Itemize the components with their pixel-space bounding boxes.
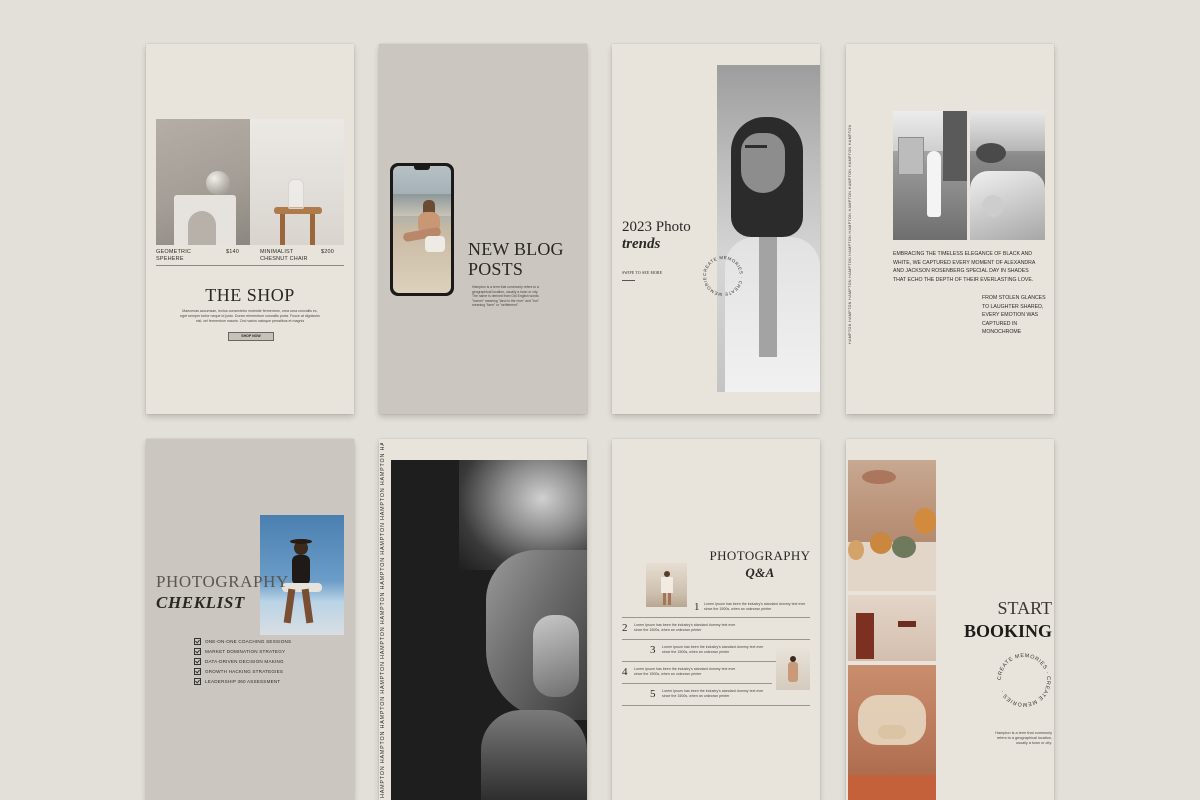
qa-title: PHOTOGRAPHY Q&A <box>709 548 811 580</box>
qa-item[interactable]: 4 Lorem Ipsum has been the industry's st… <box>622 661 772 684</box>
card-start-booking[interactable]: START BOOKING CREATE MEMORIES · CREATE M… <box>846 439 1054 800</box>
product2-name: MINIMALIST CHESNUT CHAIR <box>260 249 308 262</box>
card-new-blog-posts[interactable]: NEW BLOG POSTS Hampton is a term that com… <box>379 44 587 414</box>
svg-text:CREATE MEMORIES · CREATE MEMOR: CREATE MEMORIES · CREATE MEMORIES · <box>700 253 744 297</box>
qa-item[interactable]: 2 Lorem Ipsum has been the industry's st… <box>622 617 810 640</box>
checklist-item[interactable]: LEADERSHIP 360 ASSESSMENT <box>194 676 291 686</box>
bw-portrait-photo <box>391 460 587 800</box>
hampton-side-text: HAMPTON HAMPTON HAMPTON HAMPTON HAMPTON … <box>848 124 852 344</box>
checklist-items: ONE-ON-ONE COACHING SESSIONS MARKET DOMI… <box>194 636 291 686</box>
shop-body: Maecenas accumsan, lectus consectetur mo… <box>180 309 320 323</box>
product2-price: $200 <box>321 249 335 255</box>
trends-title: 2023 Photo trends <box>622 219 691 252</box>
product1-name: GEOMETRIC SPEHERE <box>156 249 192 262</box>
checkbox-icon <box>194 647 201 655</box>
portrait-photo <box>717 65 820 392</box>
product-photo-sphere <box>156 119 250 245</box>
checklist-item[interactable]: DATA-DRIVEN DECISION MAKING <box>194 656 291 666</box>
pumpkins-photo <box>848 460 936 591</box>
lace-top-photo <box>848 665 936 800</box>
qa-photo-2 <box>776 646 810 690</box>
blog-title: NEW BLOG POSTS <box>468 239 564 279</box>
card-photography-checklist[interactable]: PHOTOGRAPHY CHEKLIST ONE-ON-ONE COACHING… <box>146 439 354 800</box>
link-underline <box>622 280 635 281</box>
shop-now-button[interactable]: SHOP NOW <box>228 332 274 341</box>
card-hampton-portrait[interactable]: HAMPTON HAMPTON HAMPTON HAMPTON HAMPTON … <box>379 439 587 800</box>
card-photo-trends[interactable]: 2023 Photo trends SWIPE TO SEE MORE CREA… <box>612 44 820 414</box>
blog-body: Hampton is a term that commonly refers t… <box>472 285 539 308</box>
checklist-item[interactable]: MARKET DOMINATION STRATEGY <box>194 646 291 656</box>
product-photo-chair <box>250 119 344 245</box>
checkbox-icon <box>194 677 201 685</box>
monochrome-para1: EMBRACING THE TIMELESS ELEGANCE OF BLACK… <box>893 251 1036 283</box>
interior-photo <box>848 595 936 661</box>
checklist-item[interactable]: GROWTH HACKING STRATEGIES <box>194 666 291 676</box>
swipe-link[interactable]: SWIPE TO SEE MORE <box>622 271 662 275</box>
card-photography-qa[interactable]: PHOTOGRAPHY Q&A 1 Lorem Ipsum has been t… <box>612 439 820 800</box>
checkbox-icon <box>194 657 201 665</box>
bride-photo <box>893 111 967 240</box>
car-photo <box>970 111 1045 240</box>
card-monochrome[interactable]: HAMPTON HAMPTON HAMPTON HAMPTON HAMPTON … <box>846 44 1054 414</box>
card-the-shop[interactable]: GEOMETRIC SPEHERE $140 MINIMALIST CHESNUT … <box>146 44 354 414</box>
divider <box>156 265 344 266</box>
product1-price: $140 <box>226 249 240 255</box>
checkbox-icon <box>194 667 201 675</box>
hampton-side-text: HAMPTON HAMPTON HAMPTON HAMPTON HAMPTON … <box>380 443 386 798</box>
checkbox-icon <box>194 637 201 645</box>
booking-body: Hampton is a term that commonly refers t… <box>995 731 1052 746</box>
booking-title: START BOOKING <box>963 598 1052 641</box>
svg-text:CREATE MEMORIES · CREATE MEMOR: CREATE MEMORIES · CREATE MEMORIES · <box>997 653 1051 707</box>
shop-title: THE SHOP <box>205 285 295 305</box>
create-memories-badge: CREATE MEMORIES · CREATE MEMORIES · <box>997 653 1051 707</box>
checklist-item[interactable]: ONE-ON-ONE COACHING SESSIONS <box>194 636 291 646</box>
phone-mockup <box>390 163 454 296</box>
checklist-title: PHOTOGRAPHY CHEKLIST <box>156 572 289 612</box>
create-memories-badge: CREATE MEMORIES · CREATE MEMORIES · <box>700 253 744 297</box>
monochrome-para2: FROM STOLEN GLANCES TO LAUGHTER SHARED, … <box>982 295 1046 336</box>
qa-item[interactable]: 1 Lorem Ipsum has been the industry's st… <box>622 595 810 618</box>
